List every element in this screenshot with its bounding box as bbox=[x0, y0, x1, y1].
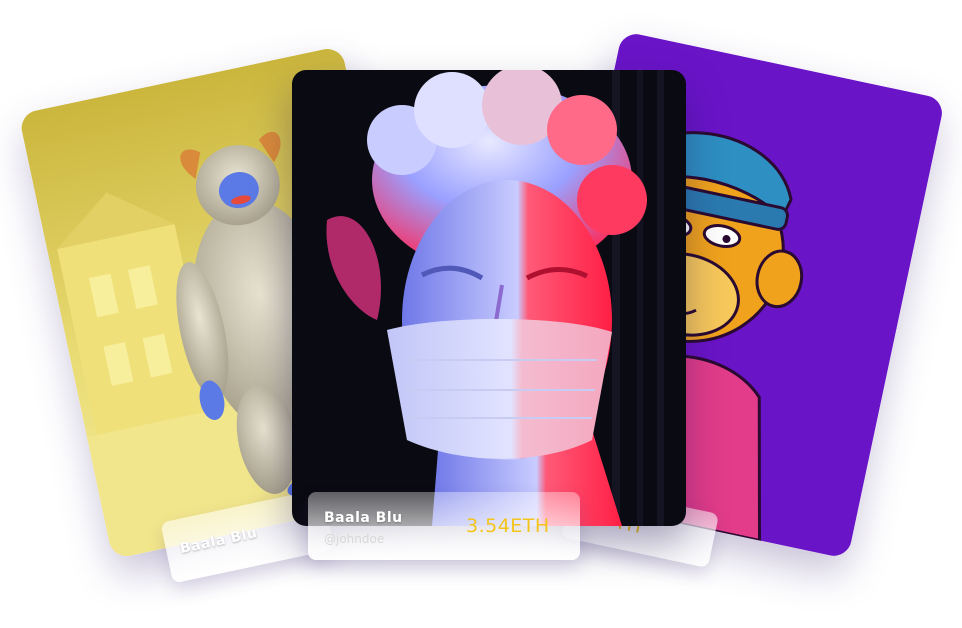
nft-card-statue[interactable] bbox=[292, 70, 686, 526]
nft-creator-handle[interactable]: @johndoe bbox=[324, 532, 384, 546]
nft-card-showcase: Baala Blu TH bbox=[0, 0, 962, 628]
nft-name: Baala Blu bbox=[324, 510, 403, 526]
statue-artwork bbox=[292, 70, 686, 526]
nft-price: 3.54ETH bbox=[466, 515, 550, 537]
nft-name: Baala Blu bbox=[178, 525, 259, 558]
nft-card-statue-info: Baala Blu @johndoe 3.54ETH bbox=[308, 492, 580, 560]
